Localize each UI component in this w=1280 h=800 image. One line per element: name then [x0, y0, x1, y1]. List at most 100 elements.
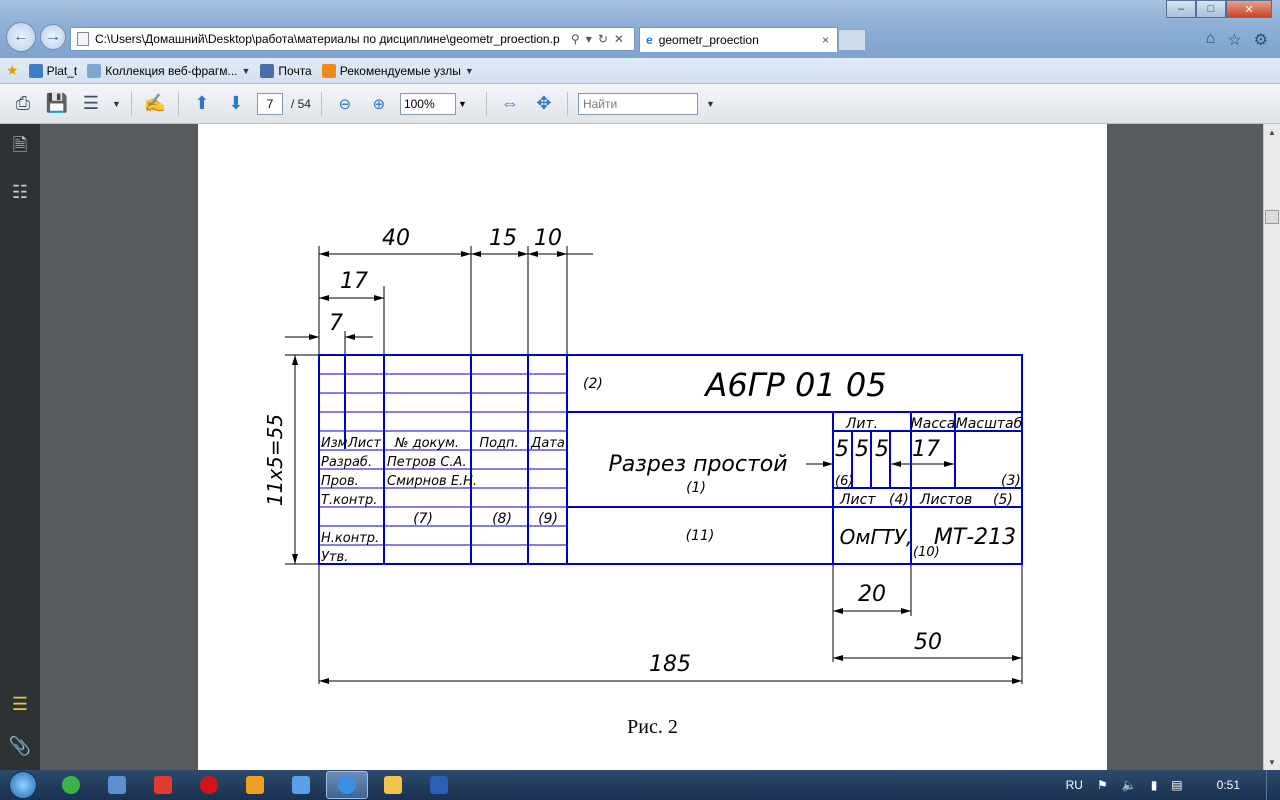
save-icon[interactable]: 💾	[44, 91, 70, 117]
taskbar-app-torrent[interactable]	[50, 771, 92, 799]
rss-icon	[321, 63, 336, 78]
close-button[interactable]: ✕	[1226, 0, 1272, 18]
comment-icon[interactable]: ✍	[142, 91, 168, 117]
browser-right-controls: ⌂ ☆ ⚙	[1206, 30, 1268, 50]
tab-close-button[interactable]: ×	[822, 33, 829, 47]
favorite-item-webslices[interactable]: Коллекция веб-фрагм... ▼	[87, 63, 250, 78]
browser-titlebar: ← → C:\Users\Домашний\Desktop\работа\мат…	[0, 0, 1280, 58]
taskbar-app-word[interactable]	[418, 771, 460, 799]
flag-icon[interactable]: ⚑	[1097, 778, 1108, 792]
word-icon	[430, 776, 448, 794]
favorites-star-icon[interactable]: ☆	[1227, 30, 1241, 50]
cell-lit: Лит.	[845, 416, 878, 432]
chevron-down-icon[interactable]: ▼	[112, 99, 121, 109]
marker-6: (6)	[835, 474, 853, 489]
zoom-select[interactable]: 100% ▼	[399, 92, 467, 115]
language-indicator[interactable]: RU	[1066, 778, 1083, 792]
favorites-star-icon[interactable]: ★	[6, 62, 19, 79]
gear-icon[interactable]: ⚙	[1254, 30, 1268, 50]
toolbar-separator	[320, 91, 322, 116]
scroll-down-icon[interactable]: ▼	[1264, 754, 1280, 770]
zoom-value: 100%	[403, 96, 435, 111]
taskbar-app-sound[interactable]	[280, 771, 322, 799]
dim-17: 17	[340, 269, 368, 294]
marker-4: (4)	[889, 492, 909, 508]
scroll-thumb[interactable]	[1265, 210, 1279, 224]
chevron-down-icon[interactable]: ▾	[586, 32, 592, 46]
toolbar-separator	[485, 91, 487, 116]
previous-page-button[interactable]: ⬆	[189, 91, 215, 117]
next-page-button[interactable]: ⬇	[223, 91, 249, 117]
taskbar-app-mail[interactable]	[96, 771, 138, 799]
zoom-out-button[interactable]: ⊖	[332, 91, 358, 117]
marker-3: (3)	[1001, 473, 1021, 489]
lit-5-a: 5	[835, 437, 849, 462]
marker-8: (8)	[492, 511, 512, 527]
taskbar-app-ie[interactable]	[326, 771, 368, 799]
windows-logo-icon	[9, 771, 37, 799]
clock[interactable]: 0:51	[1217, 778, 1240, 792]
marker-9: (9)	[538, 511, 558, 527]
cell-data: Дата	[530, 436, 565, 451]
window-controls: – □ ✕	[1166, 0, 1272, 18]
refresh-icon[interactable]: ↻	[598, 32, 608, 46]
search-icon[interactable]: ⚲	[571, 32, 580, 46]
fit-width-icon[interactable]: ⇔	[497, 91, 523, 117]
taskbar-app-yandex[interactable]	[142, 771, 184, 799]
toolbar-separator	[177, 91, 179, 116]
back-button[interactable]: ←	[6, 22, 36, 52]
find-input[interactable]: Найти	[577, 92, 698, 115]
cell-sheets: Листов	[919, 492, 972, 508]
taskbar: RU ⚑ 🔈 ▮ ▤ 0:51	[0, 770, 1280, 800]
pages-icon[interactable]: 🗎	[8, 135, 32, 160]
paperclip-icon[interactable]: 📎	[8, 734, 32, 758]
fit-page-icon[interactable]: ✥	[531, 91, 557, 117]
organization: ОмГТУ,	[840, 525, 913, 549]
pdf-viewer: 🗎 ☷ ☰ 📎 40 15 10 17 7 11x5=55 20 50 185 …	[0, 124, 1280, 770]
network-icon[interactable]: ▤	[1171, 778, 1182, 792]
cell-sheet: Лист	[839, 492, 876, 508]
volume-icon[interactable]: 🔈	[1122, 778, 1137, 792]
taskbar-app-opera[interactable]	[188, 771, 230, 799]
drawing-name: Разрез простой	[608, 452, 787, 477]
zoom-in-button[interactable]: ⊕	[366, 91, 392, 117]
show-desktop-button[interactable]	[1266, 770, 1280, 800]
ie-icon: e	[646, 33, 653, 47]
dim-15: 15	[489, 226, 517, 251]
print-icon[interactable]: ⎙	[10, 91, 36, 117]
tab-geometr-proection[interactable]: e geometr_proection ×	[639, 27, 838, 52]
minimize-button[interactable]: –	[1166, 0, 1196, 18]
home-icon[interactable]: ⌂	[1206, 30, 1216, 50]
maximize-button[interactable]: □	[1196, 0, 1226, 18]
attachments-binoculars-icon[interactable]: ☷	[8, 180, 32, 204]
stop-icon[interactable]: ✕	[614, 32, 624, 46]
figure-caption: Рис. 2	[627, 716, 678, 738]
page-number-input[interactable]: 7	[256, 92, 283, 115]
taskbar-app-explorer[interactable]	[372, 771, 414, 799]
chevron-down-icon[interactable]: ▼	[706, 99, 715, 109]
title-block-drawing: 40 15 10 17 7 11x5=55 20 50 185 Изм Лист…	[263, 226, 1023, 684]
start-button[interactable]	[0, 770, 46, 800]
favorite-item-suggested[interactable]: Рекомендуемые узлы ▼	[321, 63, 474, 78]
system-tray: RU ⚑ 🔈 ▮ ▤ 0:51	[1066, 770, 1280, 800]
favorite-item-mail[interactable]: Почта	[260, 63, 312, 78]
cell-podp: Подп.	[479, 436, 518, 451]
cell-list: Лист	[347, 436, 381, 451]
vertical-scrollbar[interactable]: ▲ ▼	[1263, 124, 1280, 770]
arrow-right-icon: →	[45, 28, 61, 45]
torrent-icon	[62, 776, 80, 794]
address-bar[interactable]: C:\Users\Домашний\Desktop\работа\материа…	[70, 27, 635, 51]
battery-icon[interactable]: ▮	[1151, 778, 1158, 792]
speaker-app-icon	[292, 776, 310, 794]
favorite-item-plat[interactable]: Plat_t	[28, 63, 77, 78]
address-text[interactable]: C:\Users\Домашний\Desktop\работа\материа…	[95, 32, 565, 46]
comments-icon[interactable]: ☰	[8, 692, 32, 716]
dim-height: 11x5=55	[263, 414, 287, 506]
document-page: 40 15 10 17 7 11x5=55 20 50 185 Изм Лист…	[198, 124, 1107, 770]
taskbar-app-media[interactable]	[234, 771, 276, 799]
forward-button[interactable]: →	[40, 24, 66, 50]
share-icon[interactable]: ☰	[78, 91, 104, 117]
dim-17-mass: 17	[912, 437, 940, 462]
new-tab-button[interactable]	[838, 29, 866, 51]
scroll-up-icon[interactable]: ▲	[1264, 124, 1280, 140]
